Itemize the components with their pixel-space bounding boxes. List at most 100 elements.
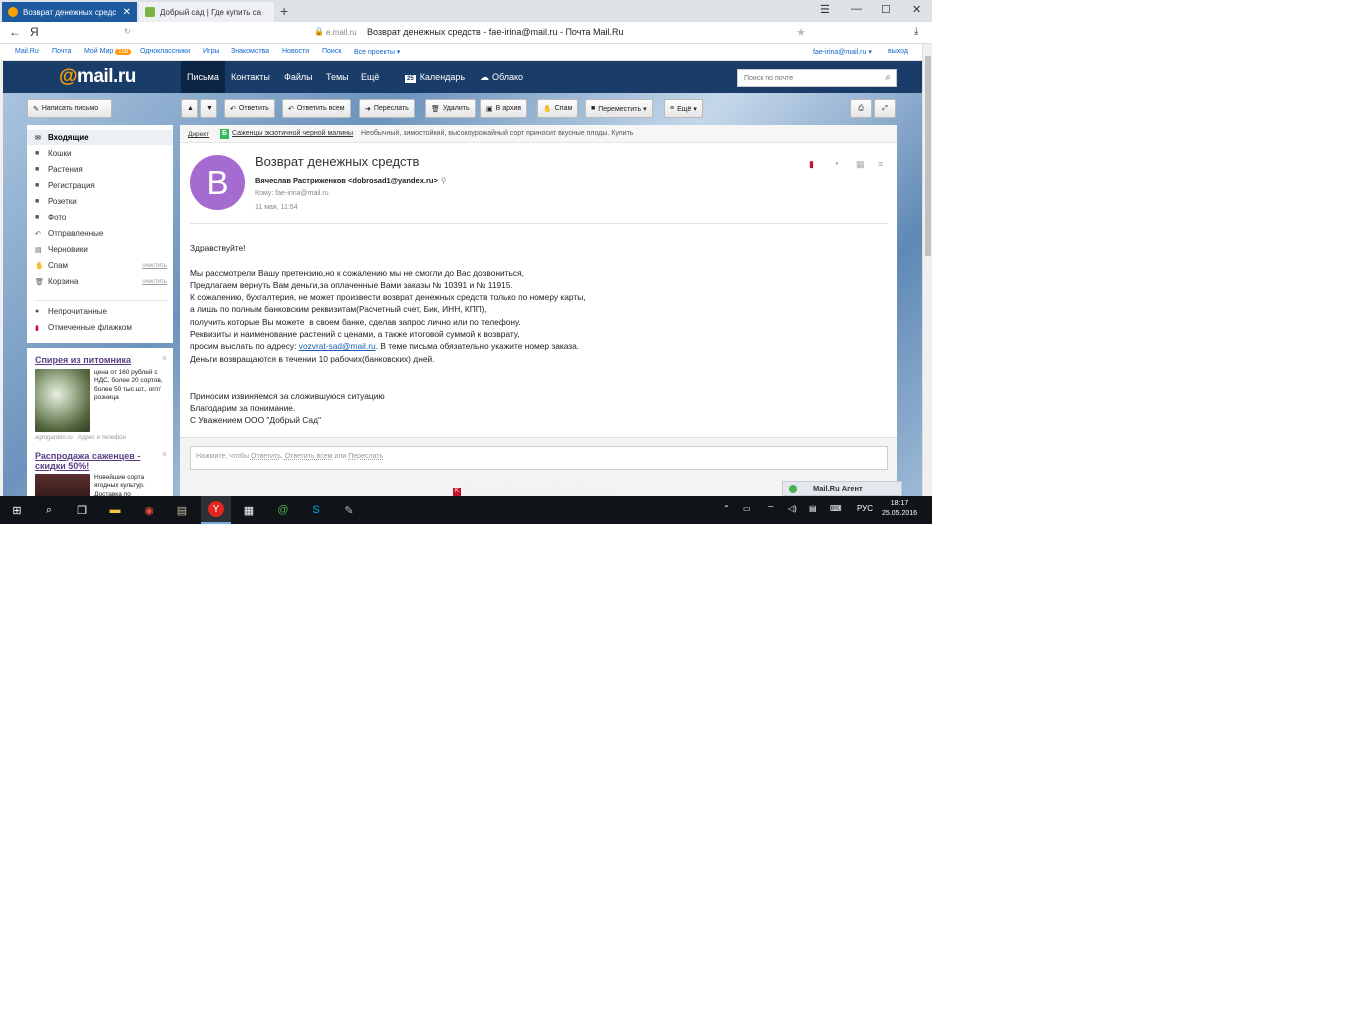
download-icon[interactable]: ⤓ [914, 26, 918, 37]
folder-plants[interactable]: ■ Растения [27, 162, 173, 177]
spam-button[interactable]: ✋ Спам [537, 99, 579, 118]
portal-link-search[interactable]: Поиск [322, 48, 341, 55]
scrollbar-thumb[interactable] [925, 56, 931, 256]
battery-icon[interactable]: ▭ [743, 504, 751, 513]
reply-hint-reply-all[interactable]: Ответить всем [285, 453, 333, 460]
skype-icon[interactable]: S [308, 502, 324, 518]
tray-chevron-icon[interactable]: ⌃ [723, 504, 730, 513]
portal-link-news[interactable]: Новости [282, 48, 309, 55]
scrollbar[interactable] [922, 44, 932, 496]
ad-title[interactable]: Спирея из питомника [35, 355, 131, 365]
portal-link-dating[interactable]: Знакомства [231, 48, 269, 55]
user-account-link[interactable]: fae-irina@mail.ru ▾ [813, 48, 872, 56]
notification-icon[interactable]: ▤ [809, 504, 817, 513]
notepad-icon[interactable]: ▤ [174, 502, 190, 518]
folder-trash[interactable]: 🗑 Корзина очистить [27, 274, 173, 289]
reply-button[interactable]: ↶ Ответить [224, 99, 275, 118]
kaspersky-notice[interactable]: K Защищено АнтиВирусом и АнтиСпамом Каспе… [453, 488, 612, 496]
nav-more[interactable]: Ещё [361, 72, 379, 82]
minimize-button[interactable]: — [851, 3, 862, 15]
ad-image[interactable] [35, 474, 90, 496]
folder-inbox[interactable]: ✉ Входящие [27, 130, 173, 145]
message-sender[interactable]: Вячеслав Растриженков <dobrosad1@yandex.… [255, 176, 446, 185]
menu-icon[interactable]: ☰ [820, 3, 830, 16]
ad-image[interactable] [35, 369, 90, 432]
yandex-browser-icon[interactable]: Y [201, 496, 231, 524]
logout-link[interactable]: выход [888, 48, 908, 55]
ad-text[interactable]: Новейшие сорта ягодных культур. Доставка… [94, 474, 168, 496]
tab-active[interactable]: Возврат денежных средс ✕ [2, 2, 137, 22]
url-page-title[interactable]: Возврат денежных средств - fae-irina@mai… [367, 27, 623, 37]
compose-button[interactable]: ✎ Написать письмо [27, 99, 112, 118]
nav-themes[interactable]: Темы [326, 72, 349, 82]
move-button[interactable]: ■ Переместить ▾ [585, 99, 653, 118]
portal-link-mail[interactable]: Почта [52, 48, 71, 55]
nav-files[interactable]: Файлы [284, 72, 313, 82]
close-icon[interactable]: ✕ [123, 7, 131, 18]
tab-inactive[interactable]: Добрый сад | Где купить са [139, 2, 274, 22]
paint-icon[interactable]: ✎ [341, 502, 357, 518]
nav-calendar[interactable]: 25 Календарь [405, 72, 465, 83]
chrome-icon[interactable]: ◉ [141, 502, 157, 518]
url-domain[interactable]: e.mail.ru [326, 28, 357, 37]
folder-sent[interactable]: ↶ Отправленные [27, 226, 173, 241]
portal-link-ok[interactable]: Одноклассники [140, 48, 190, 55]
reply-all-button[interactable]: ↶ Ответить всем [282, 99, 351, 118]
new-tab-button[interactable]: + [280, 3, 288, 19]
task-view-icon[interactable]: ❐ [74, 502, 90, 518]
nav-contacts[interactable]: Контакты [231, 72, 270, 82]
volume-icon[interactable]: ◁) [788, 504, 797, 513]
more-button[interactable]: ≡ Ещё ▾ [664, 99, 703, 118]
back-arrow-icon[interactable]: ← [9, 25, 21, 39]
mail-agent-bar[interactable]: Mail.Ru Агент [782, 481, 902, 496]
search-icon[interactable]: ⌕ [41, 502, 57, 518]
ad-text[interactable]: цена от 160 рублей с НДС, более 20 сорто… [94, 369, 168, 403]
reload-icon[interactable]: ↻ [124, 27, 131, 36]
email-link[interactable]: vozvrat-sad@mail.ru [299, 341, 376, 351]
close-icon[interactable]: × [162, 449, 167, 459]
nav-letters[interactable]: Письма [181, 61, 225, 93]
direct-label[interactable]: Директ [188, 131, 209, 138]
windows-start-icon[interactable]: ⊞ [9, 502, 25, 518]
wifi-icon[interactable]: ⌔ [767, 504, 775, 514]
folder-registration[interactable]: ■ Регистрация [27, 178, 173, 193]
language-indicator[interactable]: РУС [857, 504, 873, 513]
print-button[interactable]: ⎙ [850, 99, 872, 118]
forward-button[interactable]: ➜ Переслать [359, 99, 415, 118]
magnifier-icon[interactable]: ⚲ [441, 176, 447, 185]
mail-agent-icon[interactable]: @ [275, 502, 291, 518]
nav-cloud[interactable]: ☁ Облако [480, 72, 523, 83]
ad-title[interactable]: Распродажа саженцев - скидки 50%! [35, 451, 147, 471]
filter-unread[interactable]: ● Непрочитанные [27, 304, 173, 319]
portal-link-all-projects[interactable]: Все проекты ▾ [354, 48, 400, 56]
folder-spam[interactable]: ✋ Спам очистить [27, 258, 173, 273]
prev-message-button[interactable]: ▲ [181, 99, 198, 118]
portal-link-moi-mir[interactable]: Мой Мир 159 [84, 48, 132, 55]
reply-hint-reply[interactable]: Ответить [251, 453, 281, 460]
delete-button[interactable]: 🗑 Удалить [425, 99, 476, 118]
flag-icon[interactable]: ▮ [809, 159, 814, 170]
menu-icon[interactable]: ≡ [878, 159, 883, 169]
portal-link-games[interactable]: Игры [203, 48, 220, 55]
search-icon[interactable]: ⌕ [885, 72, 891, 83]
yandex-logo[interactable]: Я [30, 25, 39, 39]
calendar-icon[interactable]: ▦ [856, 159, 865, 170]
folder-photo[interactable]: ■ Фото [27, 210, 173, 225]
read-status-icon[interactable]: ● [835, 161, 839, 167]
reply-hint-forward[interactable]: Переслать [348, 453, 383, 460]
expand-button[interactable]: ⤢ [874, 99, 896, 118]
direct-ad-text[interactable]: Необычный, зимостойкий, высокоурожайный … [361, 130, 633, 137]
close-window-button[interactable]: ✕ [912, 3, 921, 16]
clock[interactable]: 18:17 25.05.2016 [882, 499, 917, 519]
file-explorer-icon[interactable]: ▬ [107, 502, 123, 518]
folder-cats[interactable]: ■ Кошки [27, 146, 173, 161]
close-icon[interactable]: × [162, 353, 167, 363]
next-message-button[interactable]: ▼ [200, 99, 217, 118]
clear-trash-link[interactable]: очистить [142, 279, 167, 285]
search-input[interactable] [744, 71, 864, 85]
folder-drafts[interactable]: ▤ Черновики [27, 242, 173, 257]
calculator-icon[interactable]: ▦ [241, 502, 257, 518]
archive-button[interactable]: ▣ В архив [480, 99, 528, 118]
portal-link-mailru[interactable]: Mail.Ru [15, 48, 39, 55]
keyboard-icon[interactable]: ⌨ [830, 504, 842, 513]
